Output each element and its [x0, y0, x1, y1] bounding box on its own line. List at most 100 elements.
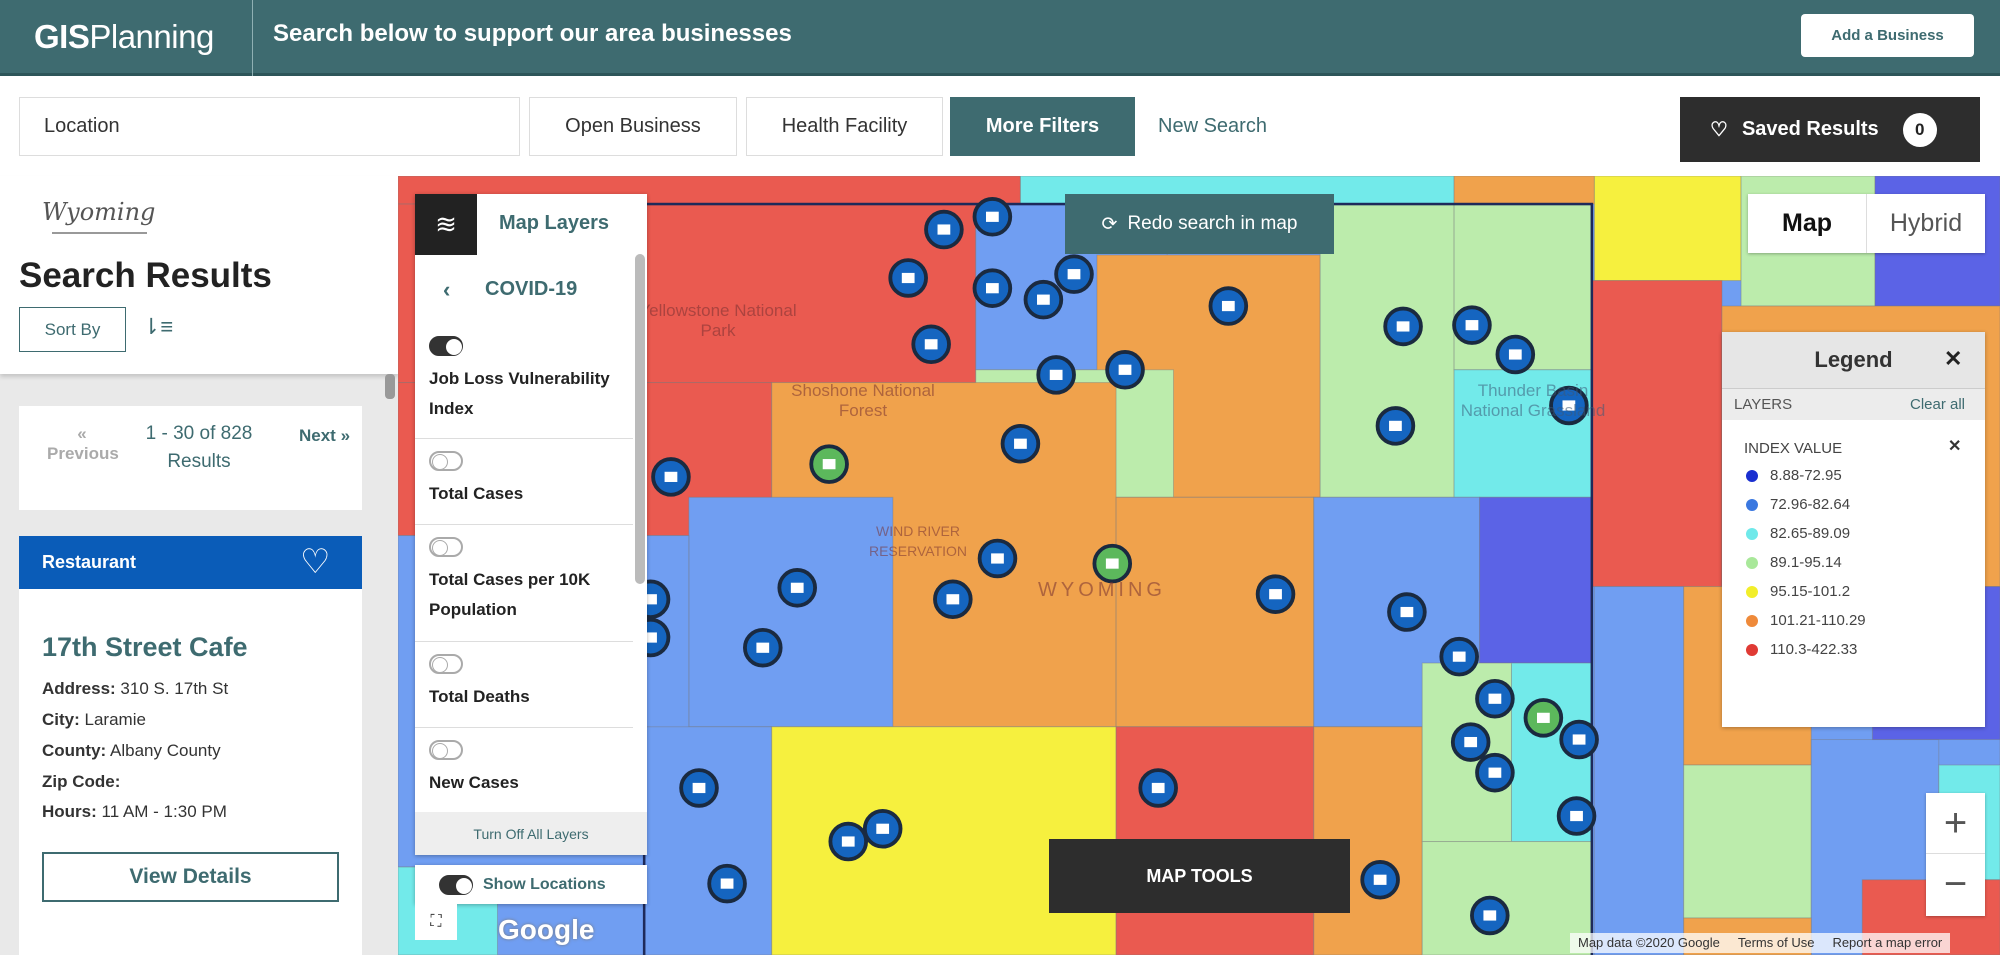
layers-icon[interactable]: ≋ [415, 194, 477, 255]
store-icon [876, 823, 890, 834]
county-region [1593, 176, 1742, 282]
legend-swatch [1746, 527, 1758, 540]
redo-search-button[interactable]: ⟳ Redo search in map [1065, 194, 1334, 254]
store-icon [1570, 810, 1583, 822]
store-icon [1269, 589, 1282, 600]
county-region [1115, 496, 1315, 728]
legend-panel: Legend ✕ LAYERS Clear all INDEX VALUE ✕ … [1722, 332, 1985, 727]
zoom-in-button[interactable]: + [1926, 793, 1985, 854]
county-region [1453, 176, 1595, 205]
layer-toggle[interactable] [429, 336, 463, 356]
store-icon [1488, 693, 1502, 704]
map-layers-title: Map Layers [499, 212, 610, 234]
store-icon [1488, 767, 1502, 778]
store-icon [790, 582, 804, 593]
legend-entry: 82.65-89.09 [1746, 525, 1850, 542]
legend-entry: 72.96-82.64 [1746, 496, 1850, 513]
chevron-left-icon[interactable]: ‹ [443, 277, 450, 303]
map-type-map[interactable]: Map [1748, 194, 1867, 253]
layer-new-cases[interactable]: New Cases [415, 728, 633, 812]
turn-off-all-layers-button[interactable]: Turn Off All Layers [415, 812, 647, 855]
store-icon [1508, 349, 1522, 360]
store-icon [1483, 910, 1497, 921]
new-search-link[interactable]: New Search [1158, 97, 1267, 156]
layer-toggle[interactable] [429, 537, 463, 557]
legend-entry: 89.1-95.14 [1746, 554, 1842, 571]
business-name[interactable]: 17th Street Cafe [42, 632, 248, 663]
app-header: GISPlanning Search below to support our … [0, 0, 2000, 76]
health-icon [1105, 558, 1119, 569]
store-icon [901, 272, 915, 284]
store-icon [692, 782, 706, 794]
close-icon[interactable]: ✕ [1944, 346, 1962, 372]
store-icon [1151, 782, 1165, 794]
county-region [1319, 203, 1455, 498]
address-row: Address: 310 S. 17th St [42, 679, 229, 698]
store-icon [1049, 369, 1063, 380]
report-map-error-link[interactable]: Report a map error [1832, 935, 1942, 951]
results-scrollbar[interactable] [385, 374, 395, 399]
map-label-yellowstone: Yellowstone National Park [639, 301, 797, 340]
legend-swatch [1746, 643, 1758, 656]
store-icon [841, 836, 855, 847]
map-data-credit: Map data ©2020 Google [1578, 935, 1720, 950]
store-icon [1396, 321, 1410, 332]
open-business-filter[interactable]: Open Business [529, 97, 737, 156]
layer-toggle[interactable] [429, 451, 463, 471]
sort-order-icon[interactable]: ⇂≡ [142, 314, 173, 340]
previous-page-button[interactable]: «Previous [47, 424, 119, 464]
layer-toggle[interactable] [429, 740, 463, 760]
layers-scrollbar[interactable] [635, 254, 645, 584]
store-icon [1037, 294, 1050, 305]
layer-total-cases[interactable]: Total Cases [415, 439, 633, 525]
more-filters-button[interactable]: More Filters [950, 97, 1135, 156]
legend-entry: 110.3-422.33 [1746, 641, 1857, 658]
store-icon [991, 553, 1004, 564]
sort-by-button[interactable]: Sort By [19, 307, 126, 352]
legend-layers-label: LAYERS [1734, 396, 1793, 413]
map-tools-button[interactable]: MAP TOOLS [1049, 839, 1350, 913]
next-page-button[interactable]: Next » [299, 426, 350, 446]
layer-cases-per-10k[interactable]: Total Cases per 10K Population [415, 525, 633, 642]
health-facility-filter[interactable]: Health Facility [746, 97, 943, 156]
store-icon [1465, 320, 1479, 331]
show-locations-toggle[interactable]: Show Locations [415, 865, 647, 904]
county-row: County: Albany County [42, 741, 221, 760]
legend-swatch [1746, 585, 1758, 598]
refresh-icon: ⟳ [1101, 213, 1118, 235]
store-icon [720, 878, 734, 889]
store-icon [1400, 606, 1414, 618]
store-icon [924, 339, 938, 350]
health-icon [1537, 712, 1550, 723]
sidebar-header: Wyoming Search Results Sort By ⇂≡ [0, 176, 398, 374]
map-label-wyoming: WYOMING [1038, 579, 1166, 601]
view-details-button[interactable]: View Details [42, 852, 339, 902]
map-type-hybrid[interactable]: Hybrid [1867, 194, 1985, 253]
map-type-switch: Map Hybrid [1748, 194, 1985, 253]
toggle-switch[interactable] [439, 874, 473, 895]
legend-entry: 8.88-72.95 [1746, 467, 1842, 484]
fullscreen-icon[interactable]: ⛶ [415, 904, 457, 940]
health-icon [822, 459, 836, 470]
legend-swatch [1746, 469, 1758, 482]
county-region [1593, 586, 1685, 955]
double-chevron-right-icon: » [340, 426, 351, 445]
map-attribution: Map data ©2020 Google Terms of Use Repor… [1570, 933, 1951, 953]
layer-job-loss[interactable]: Job Loss Vulnerability Index [415, 324, 633, 439]
store-icon [946, 594, 960, 605]
remove-layer-icon[interactable]: ✕ [1948, 436, 1961, 456]
city-row: City: Laramie [42, 710, 146, 729]
terms-of-use-link[interactable]: Terms of Use [1738, 935, 1815, 951]
layer-total-deaths[interactable]: Total Deaths [415, 642, 633, 728]
layer-group-title[interactable]: COVID-19 [485, 278, 577, 301]
store-icon [1014, 438, 1027, 449]
add-business-button[interactable]: Add a Business [1801, 14, 1974, 57]
favorite-heart-icon[interactable]: ♡ [300, 545, 330, 579]
zoom-out-button[interactable]: − [1926, 854, 1985, 915]
gis-planning-logo[interactable]: GISPlanning [34, 18, 214, 56]
layer-toggle[interactable] [429, 654, 463, 674]
clear-all-link[interactable]: Clear all [1910, 396, 1965, 413]
location-input[interactable]: Location [19, 97, 520, 156]
saved-results-button[interactable]: ♡ Saved Results 0 [1680, 97, 1980, 162]
store-icon [985, 211, 999, 222]
